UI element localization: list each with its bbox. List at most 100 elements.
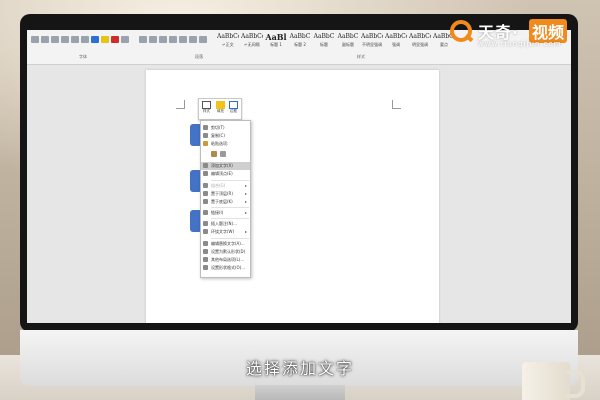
borders-icon[interactable] (199, 36, 207, 43)
style-sample: AaBbCcDd (409, 33, 431, 40)
style-sample: AaBbCcDd (217, 33, 239, 40)
menu-item-send-back[interactable]: 置于底层(K) ▸ (201, 198, 250, 206)
document-page[interactable]: 样式 填充 边框 剪切(T) 复制(C) 粘贴选项: 添加文字(X) 编辑顶点(… (146, 70, 439, 323)
style-name: 标题 (320, 42, 328, 47)
fill-button[interactable]: 填充 (214, 100, 227, 118)
submenu-arrow-icon: ▸ (244, 191, 247, 196)
menu-item-link[interactable]: 链接(I) ▸ (201, 209, 250, 217)
paste-option-icon[interactable] (211, 151, 217, 157)
fill-button-label: 填充 (217, 109, 224, 113)
text-icon (203, 163, 208, 168)
style-name: 副标题 (342, 42, 354, 47)
menu-item-label: 设置为默认形状(D) (211, 249, 246, 254)
menu-item-alt-text[interactable]: 编辑替换文字(A)... (201, 240, 250, 248)
menu-item-label: 环绕文字(W) (211, 229, 235, 234)
menu-item-wrap-text[interactable]: 环绕文字(W) ▸ (201, 228, 250, 236)
style-sample: AaBbC (313, 33, 335, 40)
menu-item-add-text[interactable]: 添加文字(X) (201, 162, 250, 170)
align-left-icon[interactable] (139, 36, 147, 43)
menu-item-edit-points[interactable]: 编辑顶点(E) (201, 170, 250, 178)
paste-picture-icon[interactable] (220, 151, 226, 157)
style-no-spacing[interactable]: AaBbCcDd ↵无间隔 (241, 32, 263, 52)
style-name: 标题 1 (270, 42, 282, 47)
style-name: 标题 2 (294, 42, 306, 47)
bring-front-icon (203, 191, 208, 196)
style-normal[interactable]: AaBbCcDd ↵正文 (217, 32, 239, 52)
submenu-arrow-icon: ▸ (244, 199, 247, 204)
style-name: 强调 (392, 42, 400, 47)
menu-item-label: 剪切(T) (211, 125, 225, 130)
italic-icon[interactable] (41, 36, 49, 43)
paste-option-buttons (201, 149, 250, 159)
style-name: 不明显强调 (362, 42, 382, 47)
highlight-icon[interactable] (101, 36, 109, 43)
video-caption: 选择添加文字 (245, 359, 354, 378)
align-right-icon[interactable] (159, 36, 167, 43)
justify-icon[interactable] (169, 36, 177, 43)
group-icon (203, 183, 208, 188)
screen: 字体 段落 AaBbCcDd ↵正文 AaBbCcDd ↵无间隔 AaBl 标题… (27, 30, 571, 323)
style-subtle-emphasis[interactable]: AaBbCcDd 不明显强调 (361, 32, 383, 52)
style-sample: AaBbC (337, 33, 359, 40)
style-button-label: 样式 (203, 109, 210, 113)
context-menu: 剪切(T) 复制(C) 粘贴选项: 添加文字(X) 编辑顶点(E) 组合(G) … (200, 120, 251, 278)
clipboard-icon (203, 141, 208, 146)
menu-item-format-shape[interactable]: 设置形状格式(O)... (201, 264, 250, 272)
menu-item-set-default-shape[interactable]: 设置为默认形状(D) (201, 248, 250, 256)
style-intense-emphasis[interactable]: AaBbCcDd 明显强调 (409, 32, 431, 52)
style-title[interactable]: AaBbC 标题 (313, 32, 335, 52)
style-sample: AaBl (265, 32, 287, 42)
style-button[interactable]: 样式 (200, 100, 213, 118)
font-color-icon[interactable] (111, 36, 119, 43)
menu-item-label: 置于顶层(R) (211, 191, 233, 196)
menu-item-label: 组合(G) (211, 183, 226, 188)
style-name: 明显强调 (412, 42, 428, 47)
edit-points-icon (203, 171, 208, 176)
menu-item-more-layout[interactable]: 其他布局选项(L)... (201, 256, 250, 264)
char-shading-icon[interactable] (121, 36, 129, 43)
menu-item-label: 置于底层(K) (211, 199, 233, 204)
wrap-icon (203, 229, 208, 234)
menu-item-cut[interactable]: 剪切(T) (201, 124, 250, 132)
style-sample: AaBbCcDd (241, 33, 263, 40)
style-sample: AaBbC (289, 33, 311, 40)
fill-icon (216, 101, 225, 109)
submenu-arrow-icon: ▸ (244, 183, 247, 188)
style-emphasis[interactable]: AaBbCcDd 强调 (385, 32, 407, 52)
align-center-icon[interactable] (149, 36, 157, 43)
menu-item-label: 插入题注(N)... (211, 221, 237, 226)
style-heading-1[interactable]: AaBl 标题 1 (265, 32, 287, 52)
superscript-icon[interactable] (81, 36, 89, 43)
strikethrough-icon[interactable] (61, 36, 69, 43)
paragraph-group-label: 段落 (195, 54, 203, 59)
menu-item-group: 组合(G) ▸ (201, 182, 250, 190)
style-heading-2[interactable]: AaBbC 标题 2 (289, 32, 311, 52)
caption-icon (203, 221, 208, 226)
menu-separator (211, 238, 249, 239)
alt-text-icon (203, 241, 208, 246)
menu-item-copy[interactable]: 复制(C) (201, 132, 250, 140)
menu-item-label: 其他布局选项(L)... (211, 257, 245, 262)
monitor-stand (255, 385, 345, 400)
document-area[interactable]: 样式 填充 边框 剪切(T) 复制(C) 粘贴选项: 添加文字(X) 编辑顶点(… (27, 65, 571, 323)
menu-separator (211, 207, 249, 208)
underline-icon[interactable] (51, 36, 59, 43)
menu-item-paste-options: 粘贴选项: (201, 140, 250, 148)
background-scene: 字体 段落 AaBbCcDd ↵正文 AaBbCcDd ↵无间隔 AaBl 标题… (0, 0, 600, 400)
copy-icon (203, 133, 208, 138)
style-icon (202, 101, 211, 109)
menu-separator (211, 218, 249, 219)
scissors-icon (203, 125, 208, 130)
menu-item-insert-caption[interactable]: 插入题注(N)... (201, 220, 250, 228)
outline-icon (229, 101, 238, 109)
style-subtitle[interactable]: AaBbC 副标题 (337, 32, 359, 52)
bold-icon[interactable] (31, 36, 39, 43)
outline-button[interactable]: 边框 (227, 100, 240, 118)
subscript-icon[interactable] (71, 36, 79, 43)
text-effects-icon[interactable] (91, 36, 99, 43)
shading-icon[interactable] (189, 36, 197, 43)
watermark-logo: 天奇· 视频 www.tianqijun.com (450, 16, 590, 66)
submenu-arrow-icon: ▸ (244, 210, 247, 215)
line-spacing-icon[interactable] (179, 36, 187, 43)
menu-item-bring-front[interactable]: 置于顶层(R) ▸ (201, 190, 250, 198)
